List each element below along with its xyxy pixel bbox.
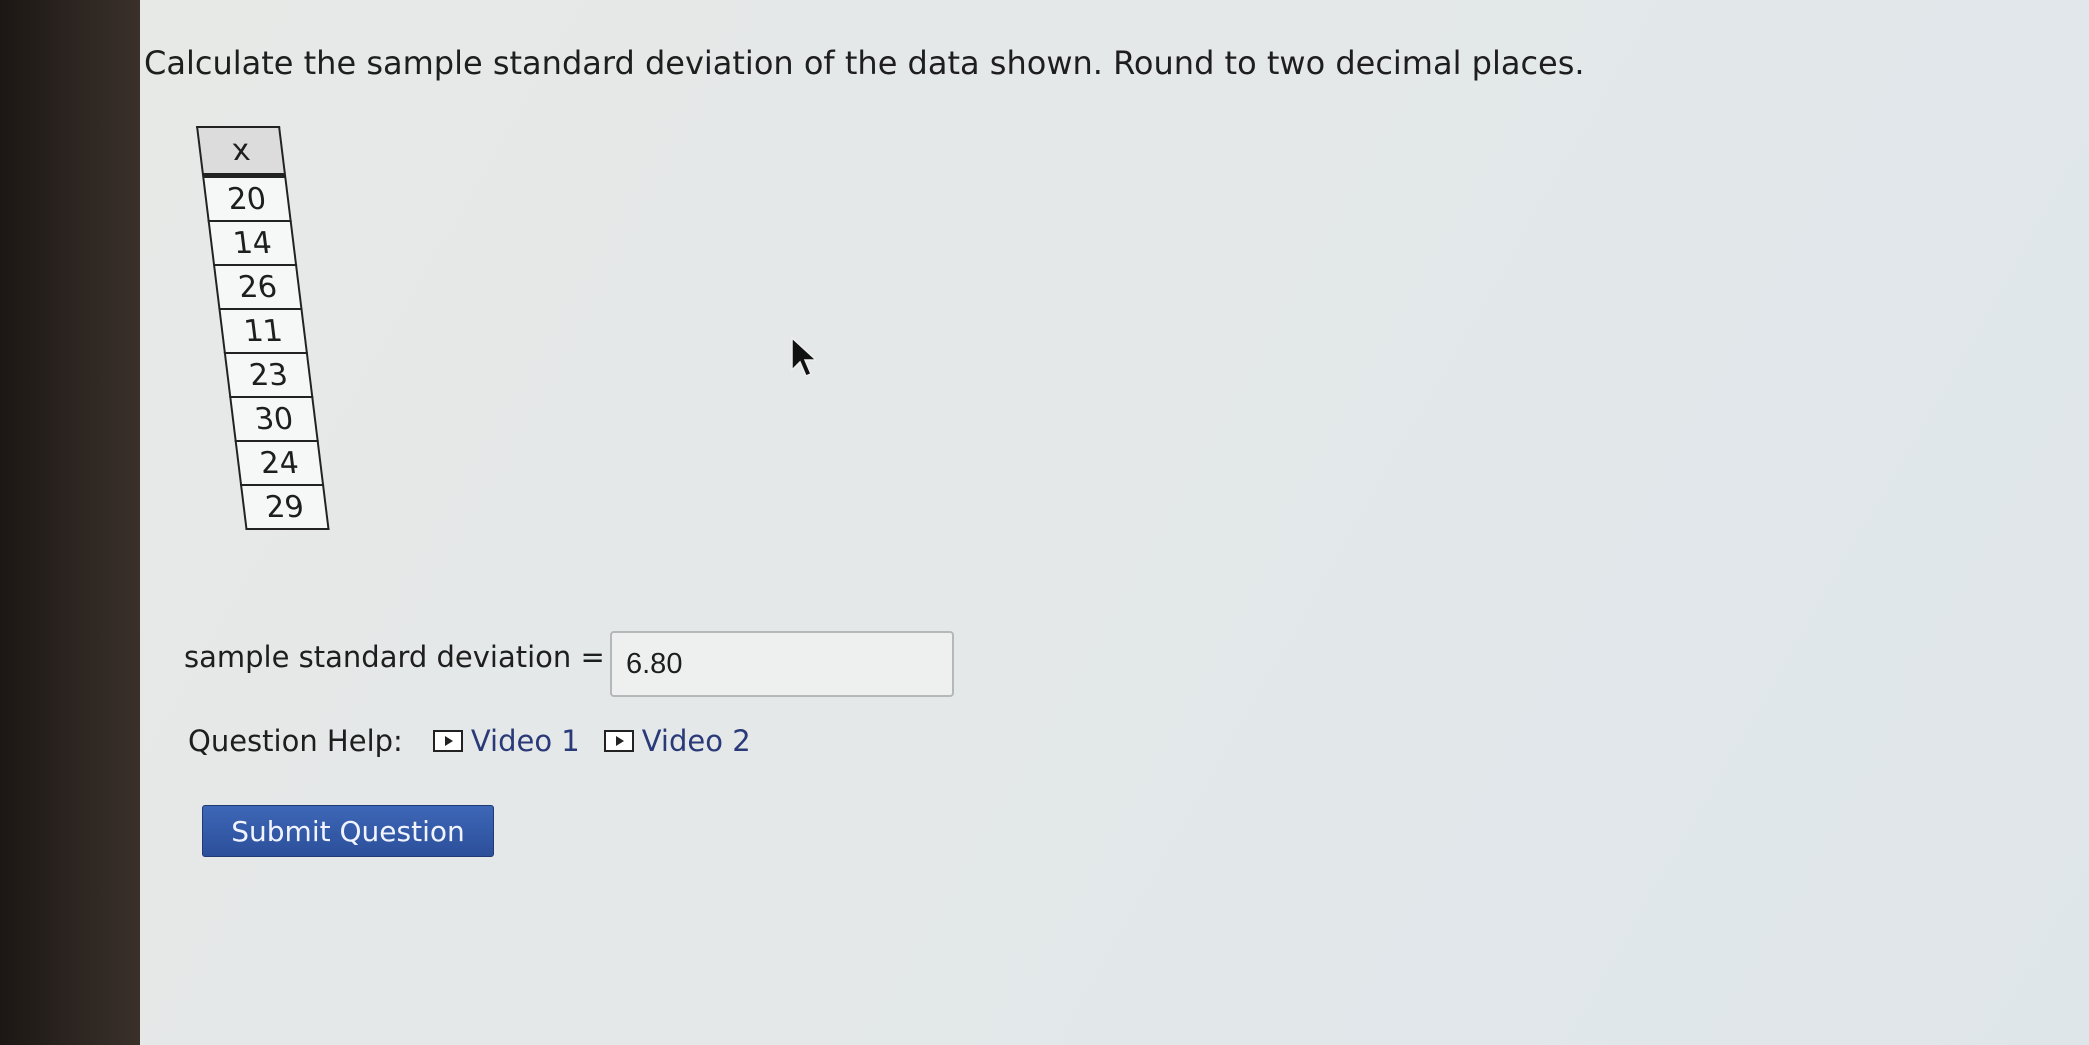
video-2-label: Video 2 xyxy=(641,724,751,758)
video-1-link[interactable]: Video 1 xyxy=(432,724,580,758)
question-page: Calculate the sample standard deviation … xyxy=(140,0,2089,1045)
submit-question-button[interactable]: Submit Question xyxy=(202,805,494,857)
table-cell: 11 xyxy=(219,309,307,353)
table-cell: 14 xyxy=(208,221,297,265)
play-icon xyxy=(432,730,463,752)
mouse-cursor-icon xyxy=(791,336,818,377)
video-1-label: Video 1 xyxy=(470,724,580,758)
table-cell: 24 xyxy=(235,441,324,485)
data-table: x 20 14 26 11 23 30 24 29 xyxy=(196,126,330,530)
table-cell: 23 xyxy=(224,353,313,397)
table-cell: 29 xyxy=(241,485,329,529)
monitor-bezel xyxy=(0,0,140,1045)
question-text: Calculate the sample standard deviation … xyxy=(144,44,1585,82)
answer-label: sample standard deviation = xyxy=(184,640,605,674)
question-help-label: Question Help: xyxy=(188,724,403,758)
table-cell: 26 xyxy=(214,265,302,309)
table-cell: 20 xyxy=(203,175,291,221)
answer-input[interactable] xyxy=(610,631,954,697)
question-help: Question Help: Video 1 Video 2 xyxy=(188,724,775,758)
play-icon xyxy=(603,730,634,752)
table-header-x: x xyxy=(197,127,286,176)
video-2-link[interactable]: Video 2 xyxy=(603,724,751,758)
table-cell: 30 xyxy=(230,397,318,441)
